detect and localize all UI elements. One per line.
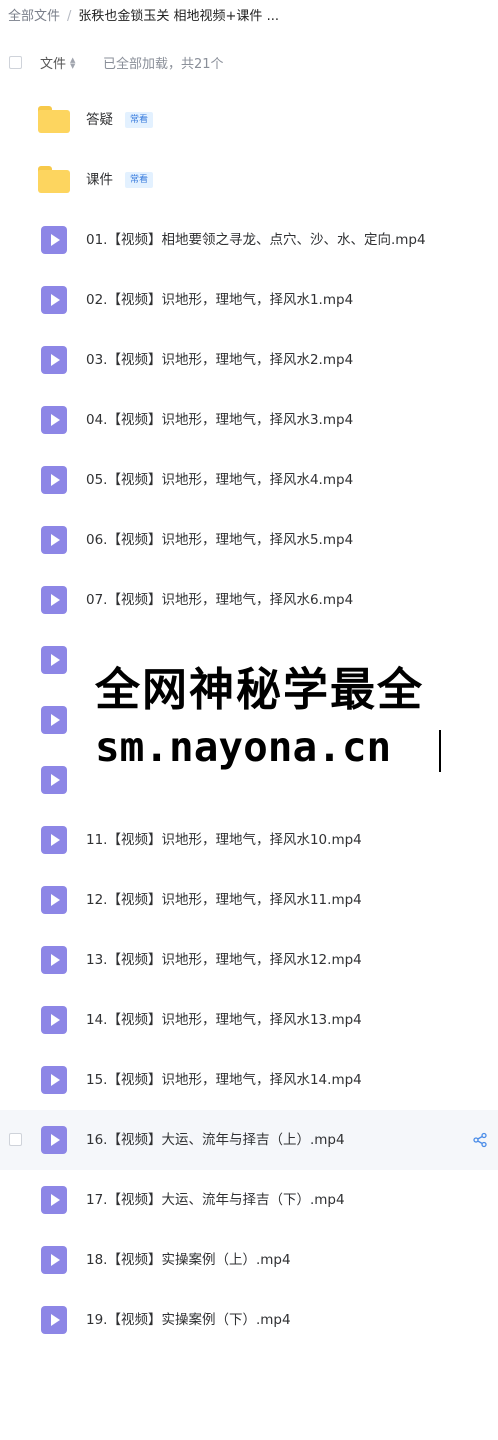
video-file-icon xyxy=(41,1186,67,1214)
folder-icon xyxy=(38,106,70,133)
file-name[interactable]: 04.【视频】识地形，理地气，择风水3.mp4 xyxy=(86,410,353,430)
share-icon[interactable] xyxy=(472,1132,488,1148)
video-file-icon xyxy=(41,886,67,914)
load-status: 已全部加载，共21个 xyxy=(103,57,224,72)
list-header: 文件 ▲ ▼ 已全部加载，共21个 xyxy=(0,52,498,74)
video-file-icon xyxy=(41,766,67,794)
file-name[interactable]: 02.【视频】识地形，理地气，择风水1.mp4 xyxy=(86,290,353,310)
file-name[interactable]: 18.【视频】实操案例（上）.mp4 xyxy=(86,1250,291,1270)
file-row[interactable]: 15.【视频】识地形，理地气，择风水14.mp4 xyxy=(0,1050,498,1110)
video-file-icon xyxy=(41,706,67,734)
file-row[interactable]: 02.【视频】识地形，理地气，择风水1.mp4 xyxy=(0,270,498,330)
file-name[interactable]: 17.【视频】大运、流年与择吉（下）.mp4 xyxy=(86,1190,345,1210)
video-file-icon xyxy=(41,406,67,434)
frequent-badge: 常看 xyxy=(125,112,154,128)
file-row[interactable]: 11.【视频】识地形，理地气，择风水10.mp4 xyxy=(0,810,498,870)
frequent-badge: 常看 xyxy=(125,172,154,188)
breadcrumb-root[interactable]: 全部文件 xyxy=(8,7,60,27)
folder-icon xyxy=(38,166,70,193)
watermark-line1: 全网神秘学最全 xyxy=(95,663,425,716)
file-row[interactable]: 14.【视频】识地形，理地气，择风水13.mp4 xyxy=(0,990,498,1050)
file-row[interactable]: 05.【视频】识地形，理地气，择风水4.mp4 xyxy=(0,450,498,510)
folder-row[interactable]: 答疑 常看 xyxy=(0,90,498,150)
video-file-icon xyxy=(41,1306,67,1334)
video-file-icon xyxy=(41,586,67,614)
file-name[interactable]: 06.【视频】识地形，理地气，择风水5.mp4 xyxy=(86,530,353,550)
file-row[interactable]: 18.【视频】实操案例（上）.mp4 xyxy=(0,1230,498,1290)
video-file-icon xyxy=(41,826,67,854)
video-file-icon xyxy=(41,466,67,494)
video-file-icon xyxy=(41,646,67,674)
breadcrumb: 全部文件 / 张秩也金锁玉关 相地视频+课件 ... xyxy=(8,7,494,27)
file-name[interactable]: 16.【视频】大运、流年与择吉（上）.mp4 xyxy=(86,1130,345,1150)
video-file-icon xyxy=(41,1126,67,1154)
file-row[interactable]: 03.【视频】识地形，理地气，择风水2.mp4 xyxy=(0,330,498,390)
file-name[interactable]: 15.【视频】识地形，理地气，择风水14.mp4 xyxy=(86,1070,362,1090)
file-name[interactable]: 03.【视频】识地形，理地气，择风水2.mp4 xyxy=(86,350,353,370)
video-file-icon xyxy=(41,526,67,554)
watermark-line2: sm.nayona.cn xyxy=(95,723,392,771)
column-name-label: 文件 xyxy=(40,57,67,72)
breadcrumb-separator: / xyxy=(67,9,72,24)
file-name[interactable]: 05.【视频】识地形，理地气，择风水4.mp4 xyxy=(86,470,353,490)
sort-icon: ▲ ▼ xyxy=(70,55,76,70)
file-row[interactable]: 07.【视频】识地形，理地气，择风水6.mp4 xyxy=(0,570,498,630)
file-name[interactable]: 课件 xyxy=(86,170,113,190)
text-cursor xyxy=(439,730,441,772)
file-name[interactable]: 01.【视频】相地要领之寻龙、点穴、沙、水、定向.mp4 xyxy=(86,230,426,250)
watermark-overlay: 全网神秘学最全 sm.nayona.cn xyxy=(95,660,495,775)
file-name[interactable]: 答疑 xyxy=(86,110,113,130)
breadcrumb-current: 张秩也金锁玉关 相地视频+课件 ... xyxy=(78,9,279,24)
file-name[interactable]: 11.【视频】识地形，理地气，择风水10.mp4 xyxy=(86,830,362,850)
folder-row[interactable]: 课件 常看 xyxy=(0,150,498,210)
file-row[interactable]: 16.【视频】大运、流年与择吉（上）.mp4 xyxy=(0,1110,498,1170)
file-name[interactable]: 13.【视频】识地形，理地气，择风水12.mp4 xyxy=(86,950,362,970)
file-row[interactable]: 19.【视频】实操案例（下）.mp4 xyxy=(0,1290,498,1350)
video-file-icon xyxy=(41,286,67,314)
file-row[interactable]: 13.【视频】识地形，理地气，择风水12.mp4 xyxy=(0,930,498,990)
video-file-icon xyxy=(41,226,67,254)
video-file-icon xyxy=(41,1246,67,1274)
select-all-checkbox[interactable] xyxy=(9,56,22,69)
video-file-icon xyxy=(41,1066,67,1094)
file-name[interactable]: 12.【视频】识地形，理地气，择风水11.mp4 xyxy=(86,890,362,910)
file-name[interactable]: 19.【视频】实操案例（下）.mp4 xyxy=(86,1310,291,1330)
file-row[interactable]: 01.【视频】相地要领之寻龙、点穴、沙、水、定向.mp4 xyxy=(0,210,498,270)
column-name-sort[interactable]: 文件 ▲ ▼ xyxy=(40,53,75,72)
file-row[interactable]: 06.【视频】识地形，理地气，择风水5.mp4 xyxy=(0,510,498,570)
file-name[interactable]: 07.【视频】识地形，理地气，择风水6.mp4 xyxy=(86,590,353,610)
file-row[interactable]: 17.【视频】大运、流年与择吉（下）.mp4 xyxy=(0,1170,498,1230)
file-row[interactable]: 12.【视频】识地形，理地气，择风水11.mp4 xyxy=(0,870,498,930)
video-file-icon xyxy=(41,346,67,374)
file-name[interactable]: 14.【视频】识地形，理地气，择风水13.mp4 xyxy=(86,1010,362,1030)
file-row[interactable]: 04.【视频】识地形，理地气，择风水3.mp4 xyxy=(0,390,498,450)
row-checkbox[interactable] xyxy=(9,1133,22,1146)
video-file-icon xyxy=(41,1006,67,1034)
video-file-icon xyxy=(41,946,67,974)
